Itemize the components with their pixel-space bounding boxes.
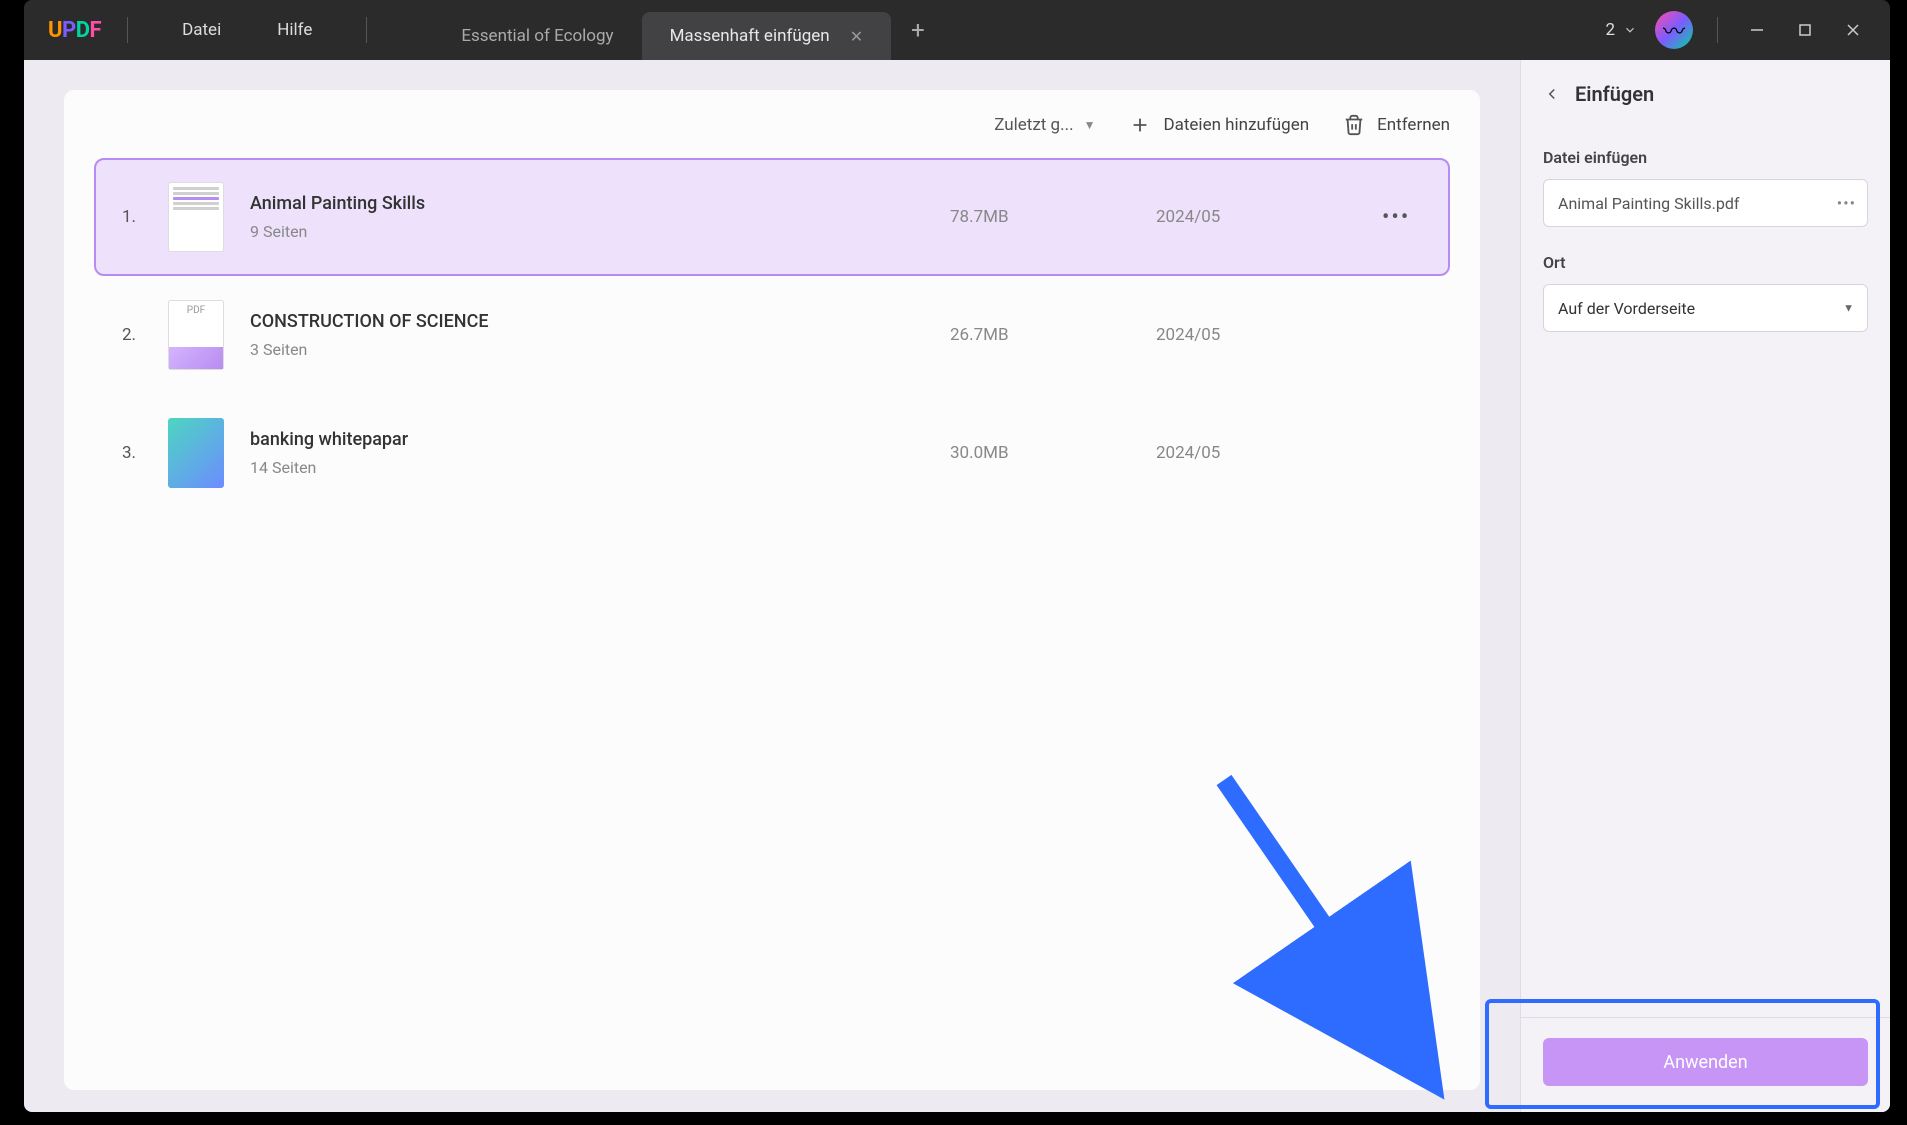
plus-icon [1129,114,1151,136]
file-list-card: Zuletzt g... ▼ Dateien hinzufügen Entfer… [64,90,1480,1090]
file-toolbar: Zuletzt g... ▼ Dateien hinzufügen Entfer… [94,108,1450,158]
user-avatar[interactable]: 〰 [1655,11,1693,49]
insert-file-label: Datei einfügen [1543,148,1868,167]
tab-essential-ecology[interactable]: Essential of Ecology [433,12,641,60]
row-number: 1. [122,207,142,227]
file-name: Animal Painting Skills [250,193,924,214]
chevron-down-icon [1623,23,1637,37]
titlebar-right: 2 〰 [1605,11,1890,49]
file-info: banking whitepapar 14 Seiten [250,429,924,477]
divider [127,17,128,43]
file-pages: 9 Seiten [250,222,924,241]
file-size: 30.0MB [950,443,1130,463]
main-panel: Zuletzt g... ▼ Dateien hinzufügen Entfer… [24,60,1520,1112]
side-panel-title: Einfügen [1575,82,1654,106]
row-number: 2. [122,325,142,345]
file-row[interactable]: 3. banking whitepapar 14 Seiten 30.0MB 2… [94,394,1450,512]
new-tab-button[interactable]: + [891,16,945,44]
apply-button[interactable]: Anwenden [1543,1038,1868,1086]
file-thumbnail [168,418,224,488]
divider [1717,17,1718,43]
file-info: CONSTRUCTION OF SCIENCE 3 Seiten [250,311,924,359]
tab-label: Essential of Ecology [461,26,613,46]
file-date: 2024/05 [1156,443,1356,463]
titlebar: UPDF Datei Hilfe Essential of Ecology Ma… [24,0,1890,60]
file-name: CONSTRUCTION OF SCIENCE [250,311,924,332]
trash-icon [1343,114,1365,136]
file-row[interactable]: 1. Animal Painting Skills 9 Seiten 78.7M… [94,158,1450,276]
sort-dropdown[interactable]: Zuletzt g... ▼ [994,115,1095,135]
file-name: banking whitepapar [250,429,924,450]
file-pages: 3 Seiten [250,340,924,359]
sort-label: Zuletzt g... [994,115,1073,135]
close-icon[interactable]: ✕ [850,27,863,46]
divider [366,17,367,43]
notification-counter[interactable]: 2 [1605,20,1637,40]
side-panel: Einfügen Datei einfügen ••• Ort Auf der … [1520,60,1890,1112]
menu-help[interactable]: Hilfe [249,20,340,40]
more-icon[interactable]: ••• [1837,194,1856,213]
file-thumbnail [168,300,224,370]
file-size: 78.7MB [950,207,1130,227]
file-info: Animal Painting Skills 9 Seiten [250,193,924,241]
close-window-button[interactable] [1838,15,1868,45]
row-number: 3. [122,443,142,463]
chevron-left-icon[interactable] [1543,85,1561,103]
counter-value: 2 [1605,20,1615,40]
tab-label: Massenhaft einfügen [670,26,830,46]
app-window: UPDF Datei Hilfe Essential of Ecology Ma… [24,0,1890,1112]
file-date: 2024/05 [1156,207,1356,227]
tab-massenhaft-einfuegen[interactable]: Massenhaft einfügen ✕ [642,12,892,60]
remove-button[interactable]: Entfernen [1343,114,1450,136]
file-date: 2024/05 [1156,325,1356,345]
maximize-button[interactable] [1790,15,1820,45]
file-row[interactable]: 2. CONSTRUCTION OF SCIENCE 3 Seiten 26.7… [94,276,1450,394]
chevron-down-icon: ▼ [1084,118,1096,132]
app-logo: UPDF [48,18,101,43]
side-panel-footer: Anwenden [1521,1017,1890,1112]
content-area: Zuletzt g... ▼ Dateien hinzufügen Entfer… [24,60,1890,1112]
minimize-button[interactable] [1742,15,1772,45]
location-select[interactable]: Auf der Vorderseite [1543,284,1868,332]
add-files-label: Dateien hinzufügen [1163,115,1309,135]
add-files-button[interactable]: Dateien hinzufügen [1129,114,1309,136]
file-thumbnail [168,182,224,252]
file-pages: 14 Seiten [250,458,924,477]
file-size: 26.7MB [950,325,1130,345]
side-panel-header: Einfügen [1521,60,1890,128]
menu-file[interactable]: Datei [154,20,249,40]
insert-file-input[interactable] [1543,179,1868,227]
side-panel-body: Datei einfügen ••• Ort Auf der Vordersei… [1521,128,1890,1017]
remove-label: Entfernen [1377,115,1450,135]
tab-bar: Essential of Ecology Massenhaft einfügen… [433,0,944,60]
location-label: Ort [1543,253,1868,272]
more-icon[interactable]: ••• [1382,205,1422,230]
